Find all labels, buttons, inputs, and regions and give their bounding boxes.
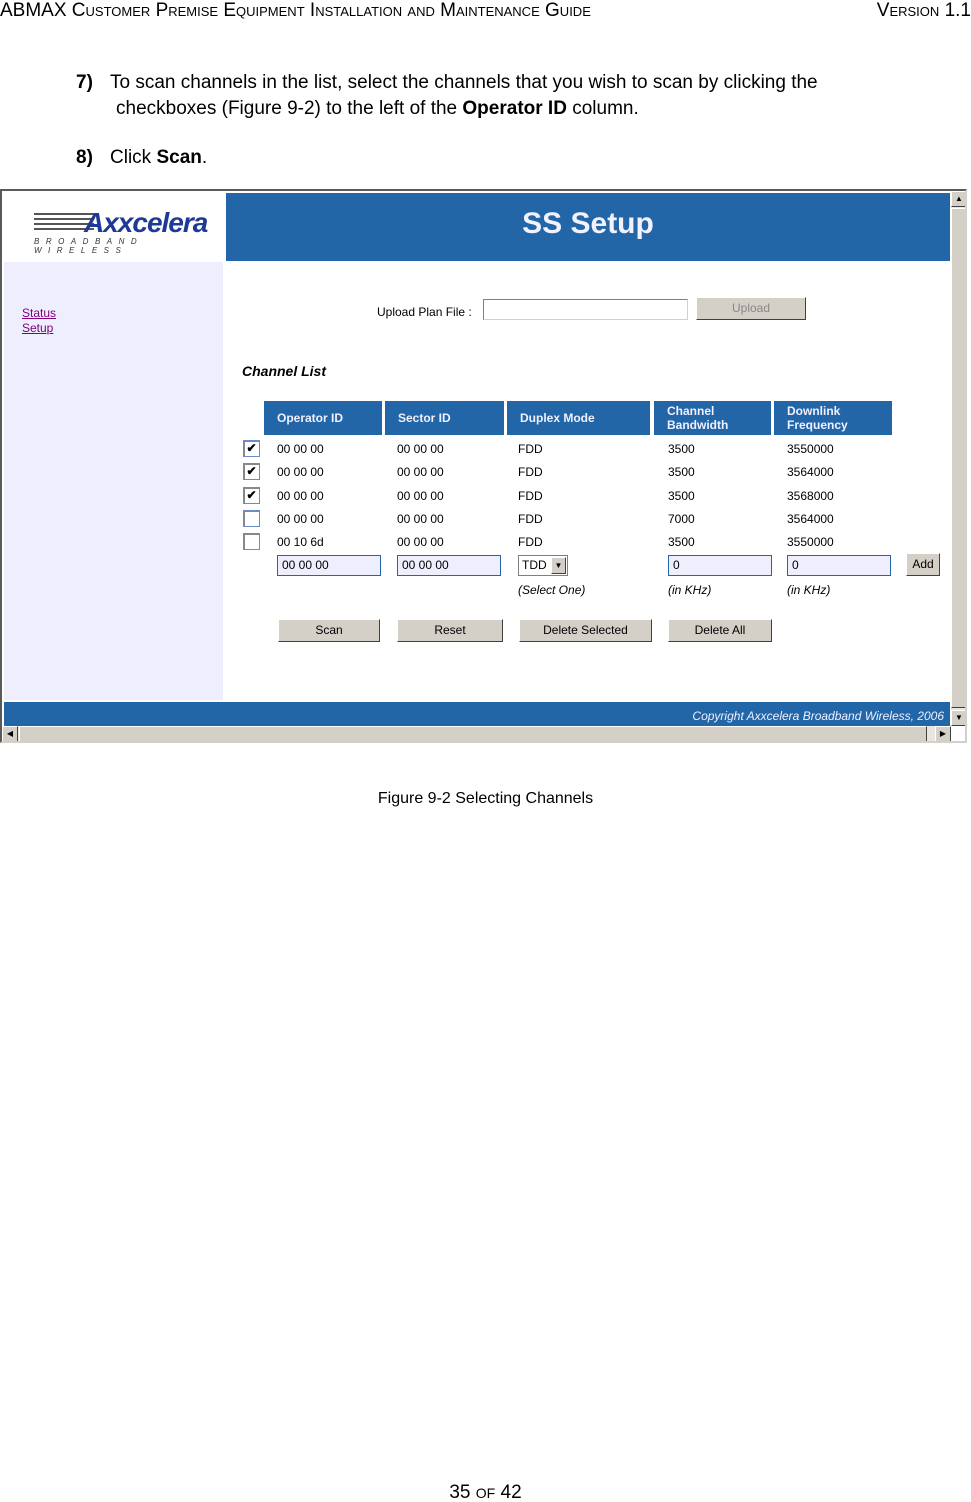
step-bold: Scan <box>156 147 202 168</box>
nav-link-setup[interactable]: Setup <box>22 321 53 335</box>
sector-id-input[interactable]: 00 00 00 <box>397 555 501 576</box>
cell-duplex: FDD <box>518 465 543 480</box>
logo-wordmark: Axxcelera <box>84 207 208 238</box>
cell-duplex: FDD <box>518 442 543 456</box>
cell-bandwidth: 3500 <box>668 442 695 456</box>
page-total: 42 <box>500 1482 522 1502</box>
scan-button[interactable]: Scan <box>278 619 380 642</box>
document-version: Version 1.1 <box>876 0 971 21</box>
horizontal-scrollbar[interactable] <box>2 726 951 741</box>
cell-frequency: 3550000 <box>787 442 834 456</box>
page-number: 35 OF 42 <box>0 1482 971 1502</box>
bandwidth-input[interactable]: 0 <box>668 555 772 576</box>
step-bold: Operator ID <box>462 98 567 119</box>
horizontal-scroll-thumb[interactable] <box>19 726 927 741</box>
logo-tagline: BROADBAND WIRELESS <box>34 237 144 255</box>
step-8: 8) Click Scan. <box>76 145 207 171</box>
cell-sector-id: 00 00 00 <box>397 511 444 526</box>
add-button[interactable]: Add <box>906 553 940 576</box>
cell-frequency: 3568000 <box>787 488 834 503</box>
copyright-text: Copyright Axxcelera Broadband Wireless, … <box>692 709 944 723</box>
frequency-hint: (in KHz) <box>787 583 831 597</box>
cell-bandwidth: 3500 <box>668 488 695 503</box>
checkbox-checked[interactable]: ✔ <box>243 486 260 504</box>
column-header-channel-bandwidth: Channel Bandwidth <box>654 401 771 435</box>
operator-id-input[interactable]: 00 00 00 <box>277 555 381 576</box>
page-title: SS Setup <box>522 207 654 240</box>
cell-sector-id: 00 00 00 <box>397 465 444 480</box>
document-title: ABMAX Customer Premise Equipment Install… <box>0 0 591 21</box>
cell-operator-id: 00 00 00 <box>277 465 324 480</box>
cell-frequency: 3550000 <box>787 535 834 550</box>
page-of: OF <box>475 1485 496 1501</box>
delete-all-button[interactable]: Delete All <box>668 619 772 642</box>
cell-duplex: FDD <box>518 511 543 526</box>
channel-row: 00 10 6d 00 00 00 FDD 3500 3550000 <box>2 531 962 554</box>
bandwidth-hint: (in KHz) <box>668 583 712 597</box>
upload-plan-label: Upload Plan File : <box>377 305 472 319</box>
upload-plan-file-input[interactable] <box>483 299 688 320</box>
title-bar: SS Setup <box>226 193 950 261</box>
checkbox-checked[interactable]: ✔ <box>243 440 260 457</box>
reset-button[interactable]: Reset <box>397 619 503 642</box>
channel-row: ✔ 00 00 00 00 00 00 FDD 3500 3564000 <box>2 461 962 484</box>
step-7: 7) To scan channels in the list, select t… <box>76 70 818 122</box>
step-text: To scan channels in the list, select the… <box>110 72 818 93</box>
dropdown-arrow-icon[interactable]: ▼ <box>551 557 566 574</box>
step-number: 7) <box>76 72 93 93</box>
browser-screenshot: Axxcelera BROADBAND WIRELESS SS Setup St… <box>0 189 967 743</box>
nav-link-status[interactable]: Status <box>22 306 56 320</box>
step-number: 8) <box>76 147 93 168</box>
step-text: . <box>201 147 208 168</box>
checkbox-unchecked[interactable] <box>243 533 260 551</box>
frequency-input[interactable]: 0 <box>787 555 891 576</box>
step-text: checkboxes (Figure 9-2) to the left of t… <box>116 98 463 119</box>
cell-duplex: FDD <box>518 535 543 550</box>
vertical-scroll-thumb[interactable] <box>951 208 965 708</box>
cell-sector-id: 00 00 00 <box>397 442 444 456</box>
footer-bar: Copyright Axxcelera Broadband Wireless, … <box>4 702 950 726</box>
column-header-downlink-frequency: Downlink Frequency <box>774 401 892 435</box>
duplex-hint: (Select One) <box>518 583 586 597</box>
step-text: Click <box>110 147 157 168</box>
cell-duplex: FDD <box>518 488 543 503</box>
cell-bandwidth: 3500 <box>668 465 695 480</box>
cell-frequency: 3564000 <box>787 465 834 480</box>
scroll-down-arrow-icon[interactable]: ▼ <box>951 710 965 726</box>
cell-bandwidth: 3500 <box>668 535 695 550</box>
upload-button[interactable]: Upload <box>696 297 806 320</box>
cell-operator-id: 00 00 00 <box>277 488 324 503</box>
page-current: 35 <box>449 1482 471 1502</box>
scroll-right-arrow-icon[interactable]: ▶ <box>935 726 951 741</box>
cell-bandwidth: 7000 <box>668 511 695 526</box>
cell-sector-id: 00 00 00 <box>397 488 444 503</box>
channel-list-title: Channel List <box>242 363 327 379</box>
cell-operator-id: 00 00 00 <box>277 442 324 456</box>
column-header-sector-id: Sector ID <box>385 401 504 435</box>
column-header-operator-id: Operator ID <box>264 401 382 435</box>
vertical-scrollbar[interactable] <box>951 191 965 726</box>
cell-operator-id: 00 00 00 <box>277 511 324 526</box>
figure-caption: Figure 9-2 Selecting Channels <box>377 790 594 807</box>
checkbox-unchecked[interactable] <box>243 509 260 527</box>
scroll-left-arrow-icon[interactable]: ◀ <box>2 726 18 741</box>
document-header: ABMAX Customer Premise Equipment Install… <box>0 0 971 24</box>
channel-row: 00 00 00 00 00 00 FDD 7000 3564000 <box>2 508 962 531</box>
cell-sector-id: 00 00 00 <box>397 535 444 550</box>
step-text: column. <box>566 98 639 119</box>
channel-row: ✔ 00 00 00 00 00 00 FDD 3500 3568000 <box>2 485 962 508</box>
checkbox-checked[interactable]: ✔ <box>243 463 260 481</box>
duplex-mode-value: TDD <box>522 558 547 572</box>
logo: Axxcelera BROADBAND WIRELESS <box>4 193 225 261</box>
column-header-duplex-mode: Duplex Mode <box>507 401 650 435</box>
delete-selected-button[interactable]: Delete Selected <box>519 619 652 642</box>
cell-operator-id: 00 10 6d <box>277 535 324 550</box>
channel-row: ✔ 00 00 00 00 00 00 FDD 3500 3550000 <box>2 438 962 461</box>
scroll-up-arrow-icon[interactable]: ▲ <box>951 191 965 207</box>
cell-frequency: 3564000 <box>787 511 834 526</box>
duplex-mode-select[interactable]: TDD ▼ <box>518 555 568 576</box>
